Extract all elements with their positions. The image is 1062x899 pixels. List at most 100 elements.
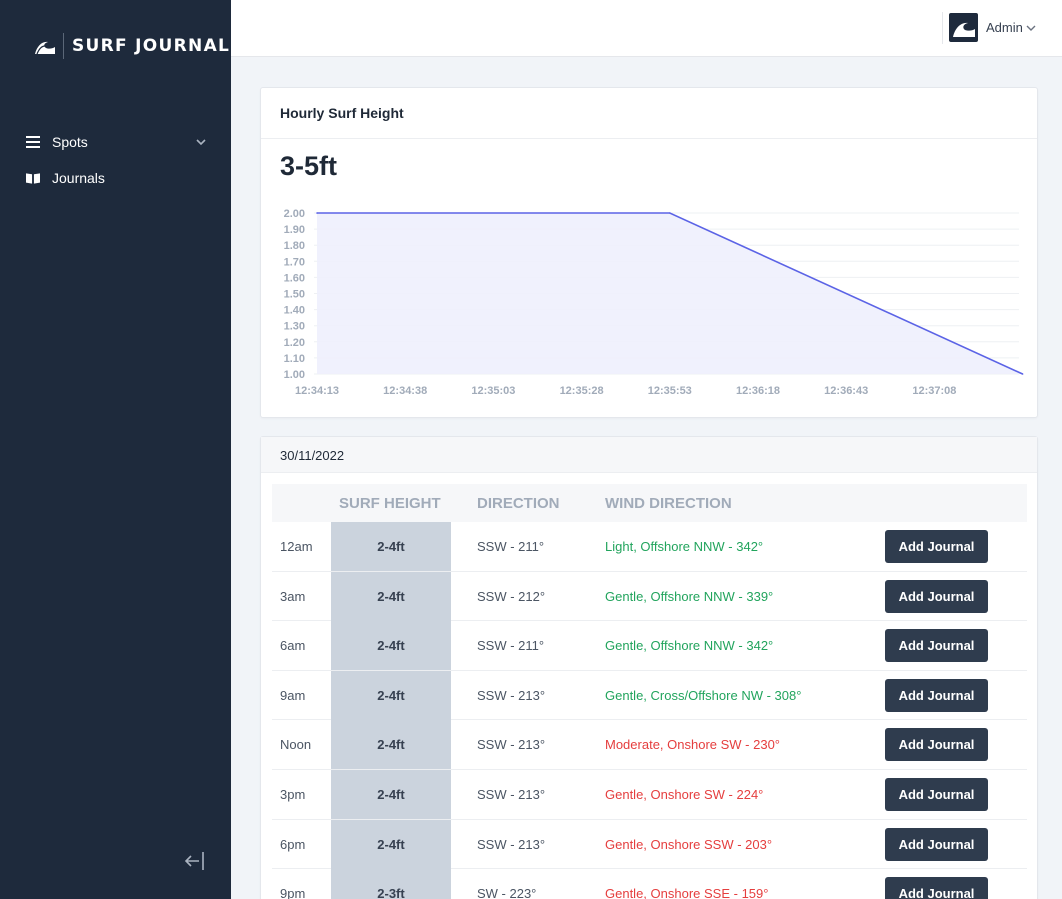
table-row: 9pm 2-3ft SW - 223° Gentle, Onshore SSE - 1…: [272, 869, 1027, 899]
column-header-wind-direction: WIND DIRECTION: [605, 495, 732, 512]
avatar[interactable]: [949, 13, 978, 42]
row-wind-direction: Gentle, Onshore SSE - 159°: [605, 886, 769, 899]
row-time: 12am: [280, 539, 313, 554]
row-swell-direction: SSW - 213°: [477, 836, 546, 852]
y-tick-label: 1.20: [284, 337, 305, 349]
y-tick-label: 1.40: [284, 305, 305, 317]
add-journal-button[interactable]: Add Journal: [885, 629, 988, 663]
x-tick-label: 12:34:13: [295, 385, 339, 397]
collapse-left-icon: [184, 852, 204, 870]
row-swell-direction: SSW - 212°: [477, 588, 546, 604]
user-menu[interactable]: Admin: [949, 13, 1036, 42]
add-journal-button[interactable]: Add Journal: [885, 579, 988, 613]
row-wind-direction: Gentle, Cross/Offshore NW - 308°: [605, 687, 802, 703]
x-tick-label: 12:36:18: [736, 385, 780, 397]
row-swell-direction: SSW - 211°: [477, 539, 545, 554]
row-surf-height: 2-4ft: [331, 720, 451, 770]
y-tick-label: 1.70: [284, 256, 305, 268]
row-time: 3pm: [280, 787, 306, 802]
wave-avatar-icon: [952, 22, 975, 37]
sidebar-item-spots[interactable]: Spots: [0, 124, 231, 160]
wave-logo-icon: [35, 41, 55, 55]
table-row: 6am 2-4ft SSW - 211° Gentle, Offshore NNW -…: [272, 621, 1027, 671]
sidebar-item-label: Spots: [52, 134, 88, 150]
topbar: Admin: [231, 0, 1062, 57]
table-row: 3am 2-4ft SSW - 212° Gentle, Offshore NNW -…: [272, 571, 1027, 622]
y-tick-label: 1.80: [284, 240, 305, 252]
data-point: [316, 212, 318, 214]
user-divider: [942, 12, 943, 44]
row-time: 6am: [280, 638, 306, 654]
sidebar-item-label: Journals: [52, 170, 105, 186]
column-header-direction: DIRECTION: [477, 495, 560, 512]
row-swell-direction: SSW - 213°: [477, 687, 546, 703]
row-time: 6pm: [280, 836, 306, 852]
add-journal-button[interactable]: Add Journal: [885, 827, 988, 861]
y-tick-label: 1.10: [284, 353, 305, 365]
column-header-surf-height: SURF HEIGHT: [339, 495, 441, 512]
row-surf-height: 2-4ft: [331, 770, 451, 819]
row-surf-height: 2-4ft: [331, 522, 451, 571]
add-journal-button[interactable]: Add Journal: [885, 778, 988, 811]
chevron-down-icon: [1026, 25, 1036, 31]
row-surf-height: 2-3ft: [331, 869, 451, 899]
user-name: Admin: [986, 20, 1023, 35]
book-icon: [26, 171, 40, 185]
x-tick-label: 12:36:43: [824, 385, 868, 397]
table-row: 9am 2-4ft SSW - 213° Gentle, Cross/Offshore…: [272, 670, 1027, 721]
x-tick-label: 12:37:08: [912, 385, 956, 397]
y-tick-label: 1.90: [284, 224, 305, 236]
row-swell-direction: SSW - 211°: [477, 638, 545, 654]
row-wind-direction: Light, Offshore NNW - 342°: [605, 539, 764, 554]
row-wind-direction: Gentle, Onshore SSW - 203°: [605, 836, 773, 852]
row-time: 3am: [280, 588, 306, 604]
row-wind-direction: Moderate, Onshore SW - 230°: [605, 737, 780, 753]
row-wind-direction: Gentle, Offshore NNW - 342°: [605, 638, 774, 654]
surf-height-chart-card: Hourly Surf Height 3-5ft 1.00 1.10 1.20 1.3…: [260, 87, 1038, 418]
sidebar-item-journals[interactable]: Journals: [0, 160, 231, 196]
y-tick-label: 1.30: [284, 321, 305, 333]
add-journal-button[interactable]: Add Journal: [885, 728, 988, 762]
row-wind-direction: Gentle, Offshore NNW - 339°: [605, 588, 774, 604]
add-journal-button[interactable]: Add Journal: [885, 678, 988, 712]
row-surf-height: 2-4ft: [331, 819, 451, 869]
brand[interactable]: SURF JOURNAL: [34, 32, 230, 60]
row-time: 9am: [280, 687, 306, 703]
menu-icon: [26, 135, 40, 149]
data-point: [1021, 373, 1024, 375]
x-tick-label: 12:35:28: [560, 385, 604, 397]
table-row: 6pm 2-4ft SSW - 213° Gentle, Onshore SSW - …: [272, 819, 1027, 870]
y-tick-label: 1.60: [284, 272, 305, 284]
x-tick-label: 12:35:03: [471, 385, 515, 397]
brand-divider: [63, 33, 64, 59]
y-tick-label: 1.50: [284, 289, 305, 301]
add-journal-button[interactable]: Add Journal: [885, 877, 988, 899]
brand-name: SURF JOURNAL: [72, 36, 231, 56]
add-journal-button[interactable]: Add Journal: [885, 530, 988, 563]
chevron-down-icon: [196, 139, 206, 146]
sidebar: SURF JOURNAL Spots Journals: [0, 0, 231, 899]
row-swell-direction: SSW - 213°: [477, 787, 546, 802]
y-tick-label: 1.00: [284, 369, 305, 381]
row-time: Noon: [280, 737, 312, 753]
row-surf-height: 2-4ft: [331, 571, 451, 621]
data-point: [669, 212, 671, 214]
surf-height-chart: 1.00 1.10 1.20 1.30 1.40 1.50 1.60 1.70 1.80 1.90…: [284, 208, 1024, 397]
row-time: 9pm: [280, 886, 306, 899]
y-tick-label: 2.00: [284, 208, 305, 220]
table-row: 3pm 2-4ft SSW - 213° Gentle, Onshore SW - 2…: [272, 770, 1027, 820]
x-tick-label: 12:35:53: [648, 385, 692, 397]
x-tick-label: 12:34:38: [383, 385, 427, 397]
forecast-table-card: 30/11/2022 SURF HEIGHT DIRECTION WIND DI…: [260, 436, 1038, 899]
row-surf-height: 2-4ft: [331, 670, 451, 720]
row-wind-direction: Gentle, Onshore SW - 224°: [605, 787, 764, 802]
table-row: 12am 2-4ft SSW - 211° Light, Offshore NNW -…: [272, 522, 1027, 572]
sidebar-collapse-button[interactable]: [183, 850, 207, 872]
forecast-date: 30/11/2022: [261, 437, 1037, 473]
sidebar-nav: Spots Journals: [0, 124, 231, 196]
row-surf-height: 2-4ft: [331, 621, 451, 671]
row-swell-direction: SSW - 213°: [477, 737, 546, 753]
row-swell-direction: SW - 223°: [477, 886, 537, 899]
table-row: Noon 2-4ft SSW - 213° Moderate, Onshore SW …: [272, 720, 1027, 770]
table-header: SURF HEIGHT DIRECTION WIND DIRECTION: [272, 484, 1027, 522]
